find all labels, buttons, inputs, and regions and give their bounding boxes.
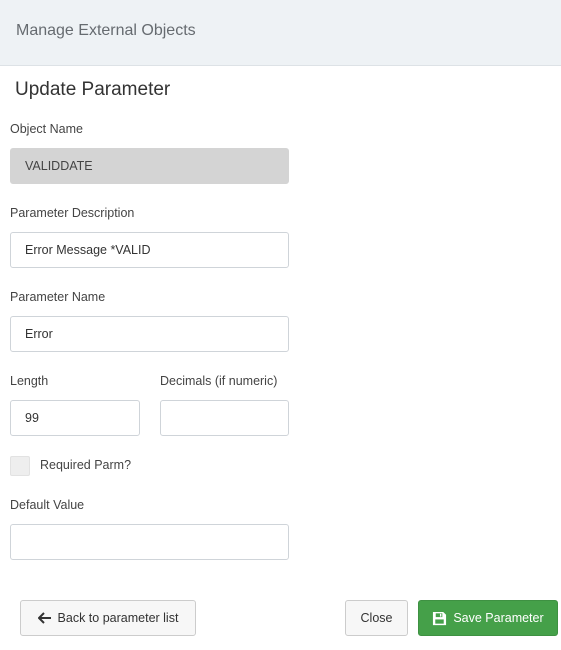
object-name-label: Object Name: [10, 122, 83, 136]
form-title: Update Parameter: [15, 79, 171, 100]
app-title: Manage External Objects: [16, 22, 196, 39]
required-parm-label: Required Parm?: [40, 458, 132, 472]
close-button-label: Close: [360, 611, 393, 625]
arrow-left-icon: [37, 612, 52, 624]
required-parm-checkbox[interactable]: [10, 456, 30, 476]
default-value-label: Default Value: [10, 498, 85, 512]
back-to-parameter-list-button[interactable]: Back to parameter list: [20, 600, 196, 636]
app-header: Manage External Objects: [0, 0, 561, 66]
length-label: Length: [10, 374, 49, 388]
decimals-input[interactable]: [160, 400, 289, 436]
save-button-label: Save Parameter: [453, 611, 544, 625]
close-button[interactable]: Close: [345, 600, 408, 636]
parameter-description-input[interactable]: Error Message *VALID: [10, 232, 289, 268]
parameter-name-label: Parameter Name: [10, 290, 106, 304]
floppy-disk-icon: [432, 611, 447, 626]
default-value-input[interactable]: [10, 524, 289, 560]
parameter-name-input[interactable]: Error: [10, 316, 289, 352]
object-name-field: VALIDDATE: [10, 148, 289, 184]
length-input[interactable]: 99: [10, 400, 140, 436]
save-parameter-button[interactable]: Save Parameter: [418, 600, 558, 636]
back-button-label: Back to parameter list: [57, 611, 179, 625]
parameter-description-label: Parameter Description: [10, 206, 135, 220]
decimals-label: Decimals (if numeric): [160, 374, 278, 388]
